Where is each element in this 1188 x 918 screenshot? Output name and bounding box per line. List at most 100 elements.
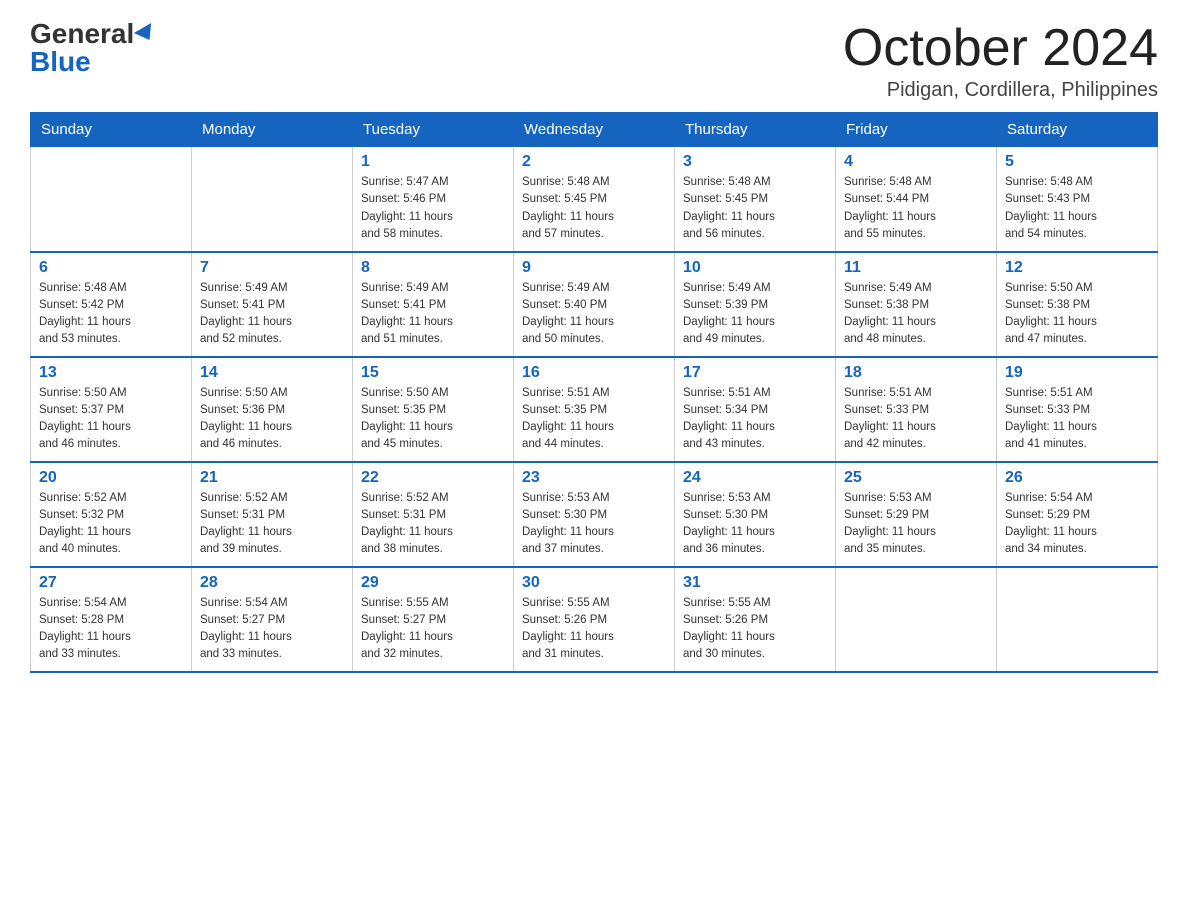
calendar-cell: 26Sunrise: 5:54 AMSunset: 5:29 PMDayligh…: [997, 462, 1158, 567]
day-info: Sunrise: 5:48 AMSunset: 5:44 PMDaylight:…: [844, 174, 988, 243]
calendar-cell: 31 Sunrise: 5:55 AMSunset: 5:26 PMDayligh…: [675, 567, 836, 672]
calendar-cell: 3 Sunrise: 5:48 AMSunset: 5:45 PMDaylight…: [675, 147, 836, 252]
day-number: 1: [361, 153, 505, 171]
calendar-cell: 8 Sunrise: 5:49 AMSunset: 5:41 PMDaylight…: [353, 252, 514, 357]
calendar-week-3: 13Sunrise: 5:50 AMSunset: 5:37 PMDayligh…: [31, 357, 1158, 462]
day-number: 11: [844, 259, 988, 277]
day-info: Sunrise: 5:48 AMSunset: 5:45 PMDaylight:…: [522, 174, 666, 243]
calendar-cell: 17Sunrise: 5:51 AMSunset: 5:34 PMDayligh…: [675, 357, 836, 462]
day-number: 26: [1005, 469, 1149, 487]
day-info: Sunrise: 5:54 AMSunset: 5:28 PMDaylight:…: [39, 595, 183, 664]
day-info: Sunrise: 5:51 AMSunset: 5:33 PMDaylight:…: [844, 385, 988, 454]
calendar-week-5: 27 Sunrise: 5:54 AMSunset: 5:28 PMDayligh…: [31, 567, 1158, 672]
day-number: 3: [683, 153, 827, 171]
calendar-cell: 1 Sunrise: 5:47 AMSunset: 5:46 PMDaylight…: [353, 147, 514, 252]
day-info: Sunrise: 5:52 AMSunset: 5:31 PMDaylight:…: [200, 490, 344, 559]
header: General Blue October 2024 Pidigan, Cordi…: [30, 20, 1158, 102]
calendar-cell: 22 Sunrise: 5:52 AMSunset: 5:31 PMDayligh…: [353, 462, 514, 567]
calendar-header-row: SundayMondayTuesdayWednesdayThursdayFrid…: [31, 113, 1158, 147]
day-number: 31: [683, 574, 827, 592]
calendar-cell: [836, 567, 997, 672]
day-info: Sunrise: 5:47 AMSunset: 5:46 PMDaylight:…: [361, 174, 505, 243]
logo-blue-text: Blue: [30, 46, 91, 77]
calendar-week-1: 1 Sunrise: 5:47 AMSunset: 5:46 PMDaylight…: [31, 147, 1158, 252]
day-info: Sunrise: 5:48 AMSunset: 5:43 PMDaylight:…: [1005, 174, 1149, 243]
day-info: Sunrise: 5:51 AMSunset: 5:35 PMDaylight:…: [522, 385, 666, 454]
day-info: Sunrise: 5:50 AMSunset: 5:38 PMDaylight:…: [1005, 280, 1149, 349]
calendar-cell: [192, 147, 353, 252]
calendar-cell: [997, 567, 1158, 672]
col-header-thursday: Thursday: [675, 113, 836, 147]
day-info: Sunrise: 5:52 AMSunset: 5:32 PMDaylight:…: [39, 490, 183, 559]
col-header-sunday: Sunday: [31, 113, 192, 147]
day-number: 27: [39, 574, 183, 592]
day-info: Sunrise: 5:53 AMSunset: 5:30 PMDaylight:…: [522, 490, 666, 559]
day-info: Sunrise: 5:49 AMSunset: 5:38 PMDaylight:…: [844, 280, 988, 349]
logo: General Blue: [30, 20, 156, 76]
day-number: 22: [361, 469, 505, 487]
calendar-cell: 11 Sunrise: 5:49 AMSunset: 5:38 PMDayligh…: [836, 252, 997, 357]
day-number: 30: [522, 574, 666, 592]
month-title: October 2024: [843, 20, 1158, 77]
calendar-cell: 2 Sunrise: 5:48 AMSunset: 5:45 PMDaylight…: [514, 147, 675, 252]
day-number: 17: [683, 364, 827, 382]
day-number: 13: [39, 364, 183, 382]
day-number: 16: [522, 364, 666, 382]
day-number: 25: [844, 469, 988, 487]
calendar-cell: 14 Sunrise: 5:50 AMSunset: 5:36 PMDayligh…: [192, 357, 353, 462]
calendar-table: SundayMondayTuesdayWednesdayThursdayFrid…: [30, 112, 1158, 673]
calendar-cell: 5Sunrise: 5:48 AMSunset: 5:43 PMDaylight…: [997, 147, 1158, 252]
day-number: 28: [200, 574, 344, 592]
day-number: 6: [39, 259, 183, 277]
day-number: 10: [683, 259, 827, 277]
calendar-cell: 19Sunrise: 5:51 AMSunset: 5:33 PMDayligh…: [997, 357, 1158, 462]
day-info: Sunrise: 5:55 AMSunset: 5:27 PMDaylight:…: [361, 595, 505, 664]
calendar-cell: 20 Sunrise: 5:52 AMSunset: 5:32 PMDayligh…: [31, 462, 192, 567]
day-number: 18: [844, 364, 988, 382]
calendar-cell: 16 Sunrise: 5:51 AMSunset: 5:35 PMDayligh…: [514, 357, 675, 462]
calendar-cell: 25 Sunrise: 5:53 AMSunset: 5:29 PMDayligh…: [836, 462, 997, 567]
day-number: 14: [200, 364, 344, 382]
day-number: 21: [200, 469, 344, 487]
day-info: Sunrise: 5:54 AMSunset: 5:27 PMDaylight:…: [200, 595, 344, 664]
day-info: Sunrise: 5:52 AMSunset: 5:31 PMDaylight:…: [361, 490, 505, 559]
calendar-cell: 27 Sunrise: 5:54 AMSunset: 5:28 PMDayligh…: [31, 567, 192, 672]
day-number: 12: [1005, 259, 1149, 277]
day-number: 15: [361, 364, 505, 382]
day-info: Sunrise: 5:53 AMSunset: 5:29 PMDaylight:…: [844, 490, 988, 559]
calendar-cell: 24 Sunrise: 5:53 AMSunset: 5:30 PMDayligh…: [675, 462, 836, 567]
col-header-wednesday: Wednesday: [514, 113, 675, 147]
day-info: Sunrise: 5:55 AMSunset: 5:26 PMDaylight:…: [522, 595, 666, 664]
calendar-cell: 4 Sunrise: 5:48 AMSunset: 5:44 PMDaylight…: [836, 147, 997, 252]
day-number: 23: [522, 469, 666, 487]
calendar-cell: 9Sunrise: 5:49 AMSunset: 5:40 PMDaylight…: [514, 252, 675, 357]
calendar-cell: 13Sunrise: 5:50 AMSunset: 5:37 PMDayligh…: [31, 357, 192, 462]
day-number: 8: [361, 259, 505, 277]
day-info: Sunrise: 5:53 AMSunset: 5:30 PMDaylight:…: [683, 490, 827, 559]
calendar-cell: 12 Sunrise: 5:50 AMSunset: 5:38 PMDayligh…: [997, 252, 1158, 357]
day-info: Sunrise: 5:48 AMSunset: 5:45 PMDaylight:…: [683, 174, 827, 243]
day-info: Sunrise: 5:50 AMSunset: 5:36 PMDaylight:…: [200, 385, 344, 454]
day-number: 29: [361, 574, 505, 592]
day-info: Sunrise: 5:49 AMSunset: 5:41 PMDaylight:…: [361, 280, 505, 349]
title-block: October 2024 Pidigan, Cordillera, Philip…: [843, 20, 1158, 102]
logo-general-text: General: [30, 20, 134, 48]
col-header-tuesday: Tuesday: [353, 113, 514, 147]
col-header-saturday: Saturday: [997, 113, 1158, 147]
day-number: 20: [39, 469, 183, 487]
calendar-cell: 6Sunrise: 5:48 AMSunset: 5:42 PMDaylight…: [31, 252, 192, 357]
day-info: Sunrise: 5:51 AMSunset: 5:33 PMDaylight:…: [1005, 385, 1149, 454]
calendar-cell: 7Sunrise: 5:49 AMSunset: 5:41 PMDaylight…: [192, 252, 353, 357]
calendar-cell: 28 Sunrise: 5:54 AMSunset: 5:27 PMDayligh…: [192, 567, 353, 672]
day-info: Sunrise: 5:49 AMSunset: 5:40 PMDaylight:…: [522, 280, 666, 349]
day-number: 4: [844, 153, 988, 171]
day-info: Sunrise: 5:55 AMSunset: 5:26 PMDaylight:…: [683, 595, 827, 664]
calendar-cell: 29 Sunrise: 5:55 AMSunset: 5:27 PMDayligh…: [353, 567, 514, 672]
day-number: 2: [522, 153, 666, 171]
calendar-cell: 18 Sunrise: 5:51 AMSunset: 5:33 PMDayligh…: [836, 357, 997, 462]
day-number: 7: [200, 259, 344, 277]
day-number: 24: [683, 469, 827, 487]
col-header-monday: Monday: [192, 113, 353, 147]
calendar-week-4: 20 Sunrise: 5:52 AMSunset: 5:32 PMDayligh…: [31, 462, 1158, 567]
calendar-cell: 15Sunrise: 5:50 AMSunset: 5:35 PMDayligh…: [353, 357, 514, 462]
